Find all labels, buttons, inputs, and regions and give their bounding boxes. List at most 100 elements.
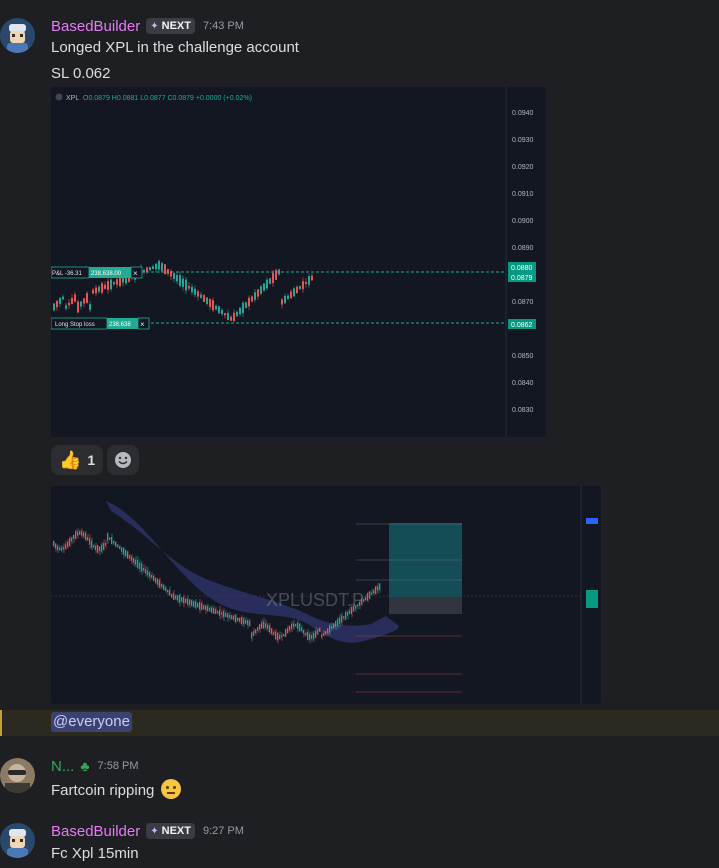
candle-body xyxy=(239,617,240,622)
candle-body xyxy=(269,625,270,633)
candle-body xyxy=(77,531,78,536)
candle-body xyxy=(127,551,128,559)
candle-body xyxy=(281,635,282,638)
candle-body xyxy=(296,286,298,294)
reactions-bar: 👍 1 xyxy=(51,445,140,475)
candle-body xyxy=(57,545,58,550)
candle-body xyxy=(165,587,166,591)
mention-everyone[interactable]: @everyone xyxy=(51,712,132,732)
candle-body xyxy=(98,286,100,292)
candle-body xyxy=(230,316,232,321)
reaction-thumbs-up[interactable]: 👍 1 xyxy=(51,445,104,475)
candle-body xyxy=(92,289,94,294)
guild-tag-label: NEXT xyxy=(161,20,191,32)
candle-body xyxy=(319,628,320,632)
candle-body xyxy=(97,544,98,553)
candle-body xyxy=(139,562,140,569)
candle-body xyxy=(200,294,202,298)
candle-body xyxy=(153,575,154,581)
candle-body xyxy=(341,615,342,623)
candle-body xyxy=(83,298,85,304)
message-text: SL 0.062 xyxy=(51,65,111,82)
candle-body xyxy=(167,589,168,592)
username[interactable]: BasedBuilder xyxy=(51,18,140,35)
candle-body xyxy=(251,632,252,639)
candle-body xyxy=(117,544,118,548)
candle-body xyxy=(89,538,90,545)
candle-body xyxy=(197,291,199,297)
candle-body xyxy=(305,281,307,284)
candle-body xyxy=(331,626,332,629)
candle-body xyxy=(221,309,223,315)
candle-body xyxy=(83,532,84,537)
close-icon[interactable]: × xyxy=(140,320,145,329)
candle-body xyxy=(333,623,334,629)
candle-body xyxy=(203,605,204,610)
candle-body xyxy=(339,617,340,624)
candle-body xyxy=(71,537,72,542)
guild-tag[interactable]: ✦ NEXT xyxy=(146,18,195,34)
chart-image-xplusdt-15min[interactable]: XPLUSDT.P xyxy=(51,486,601,704)
reaction-count: 1 xyxy=(87,452,96,468)
candle-body xyxy=(155,577,156,583)
candle-body xyxy=(53,540,54,547)
candle-body xyxy=(255,629,256,634)
candle-body xyxy=(65,305,67,309)
candle-body xyxy=(146,267,148,273)
candle-body xyxy=(115,542,116,547)
chart-image-xpl-position[interactable]: XPL O0.0879 H0.0881 L0.0877 C0.0879 +0.0… xyxy=(51,87,546,437)
chart-watermark: XPLUSDT.P xyxy=(266,590,364,610)
candle-body xyxy=(149,267,151,271)
price-tick: 0.0850 xyxy=(512,353,534,360)
timestamp[interactable]: 7:43 PM xyxy=(203,20,244,32)
timestamp[interactable]: 7:58 PM xyxy=(98,760,139,772)
avatar[interactable] xyxy=(0,758,35,793)
candle-body xyxy=(53,303,55,311)
candle-body xyxy=(349,610,350,614)
candle-body xyxy=(223,610,224,618)
candle-body xyxy=(311,275,313,281)
candle-body xyxy=(275,631,276,640)
candle-body xyxy=(287,295,289,299)
close-icon[interactable]: × xyxy=(133,269,138,278)
candle-body xyxy=(71,298,73,304)
candle-body xyxy=(311,635,312,639)
candle-body xyxy=(365,596,366,601)
candle-body xyxy=(173,593,174,600)
message-text: Fartcoin ripping xyxy=(51,779,181,799)
thumbs-up-icon: 👍 xyxy=(59,449,82,470)
candle-body xyxy=(95,545,96,551)
candle-body xyxy=(55,543,56,549)
avatar[interactable] xyxy=(0,18,35,53)
candle-body xyxy=(212,300,214,311)
avatar[interactable] xyxy=(0,823,35,858)
candle-body xyxy=(209,299,211,307)
username[interactable]: BasedBuilder xyxy=(51,823,140,840)
candle-body xyxy=(283,633,284,636)
chart-symbol: XPL xyxy=(66,95,79,102)
price-tick: 0.0840 xyxy=(512,380,534,387)
candle-body xyxy=(253,631,254,636)
candle-body xyxy=(373,590,374,594)
candle-body xyxy=(73,534,74,540)
candle-body xyxy=(59,547,60,551)
timestamp[interactable]: 9:27 PM xyxy=(203,825,244,837)
candle-body xyxy=(77,301,79,313)
candle-body xyxy=(263,621,264,629)
candle-body xyxy=(183,597,184,604)
candle-body xyxy=(263,283,265,291)
pnl-label: P&L -36.31 xyxy=(52,271,82,277)
clover-icon: ♣ xyxy=(80,758,90,774)
guild-tag[interactable]: ✦ NEXT xyxy=(146,823,195,839)
candle-body xyxy=(231,615,232,619)
candle-body xyxy=(164,264,166,275)
candle-body xyxy=(375,586,376,594)
candle-body xyxy=(227,613,228,618)
pnl-qty: 238,638.00 xyxy=(91,271,122,277)
candle-body xyxy=(169,590,170,596)
add-reaction-button[interactable] xyxy=(107,445,140,475)
username[interactable]: N... xyxy=(51,758,74,775)
candle-body xyxy=(219,609,220,616)
candle-body xyxy=(193,600,194,607)
message-text: Fc Xpl 15min xyxy=(51,845,139,862)
